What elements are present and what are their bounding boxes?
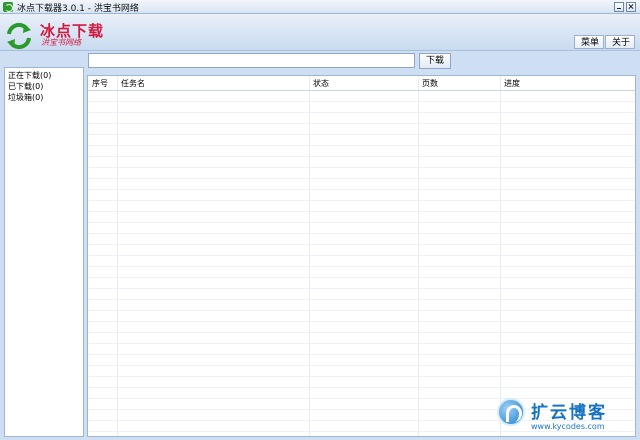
column-header-status[interactable]: 状态 [309, 76, 329, 91]
table-body[interactable] [88, 91, 635, 436]
table-header: 序号 任务名 状态 页数 进度 [88, 76, 635, 91]
title-bar: 冰点下载器3.0.1 - 洪宝书网络 [0, 0, 640, 14]
refresh-arrows-icon [7, 22, 31, 50]
watermark-text: 扩云博客 [531, 403, 607, 423]
watermark-url: www.kycodes.com [531, 422, 605, 431]
sidebar-item-downloaded[interactable]: 已下载(0) [5, 81, 83, 92]
about-button[interactable]: 关于 [605, 35, 635, 49]
menu-button[interactable]: 菜单 [574, 35, 604, 49]
column-header-progress[interactable]: 进度 [500, 76, 520, 91]
task-table: 序号 任务名 状态 页数 进度 [87, 75, 636, 437]
category-sidebar: 正在下载(0) 已下载(0) 垃圾箱(0) [4, 67, 84, 437]
column-header-task-name[interactable]: 任务名 [117, 76, 145, 91]
url-input[interactable] [88, 53, 415, 68]
download-button[interactable]: 下载 [419, 53, 451, 69]
app-icon [3, 2, 13, 12]
sidebar-item-trash[interactable]: 垃圾箱(0) [5, 92, 83, 103]
sidebar-item-downloading[interactable]: 正在下载(0) [5, 70, 83, 81]
column-header-index[interactable]: 序号 [88, 76, 108, 91]
close-button[interactable] [626, 2, 636, 12]
watermark-logo-icon [497, 398, 525, 426]
minimize-button[interactable] [614, 2, 624, 12]
logo-subtitle: 洪宝书网络 [41, 38, 81, 47]
window-title: 冰点下载器3.0.1 - 洪宝书网络 [17, 4, 139, 14]
column-header-pages[interactable]: 页数 [418, 76, 438, 91]
watermark: 扩云博客 www.kycodes.com [497, 396, 637, 436]
